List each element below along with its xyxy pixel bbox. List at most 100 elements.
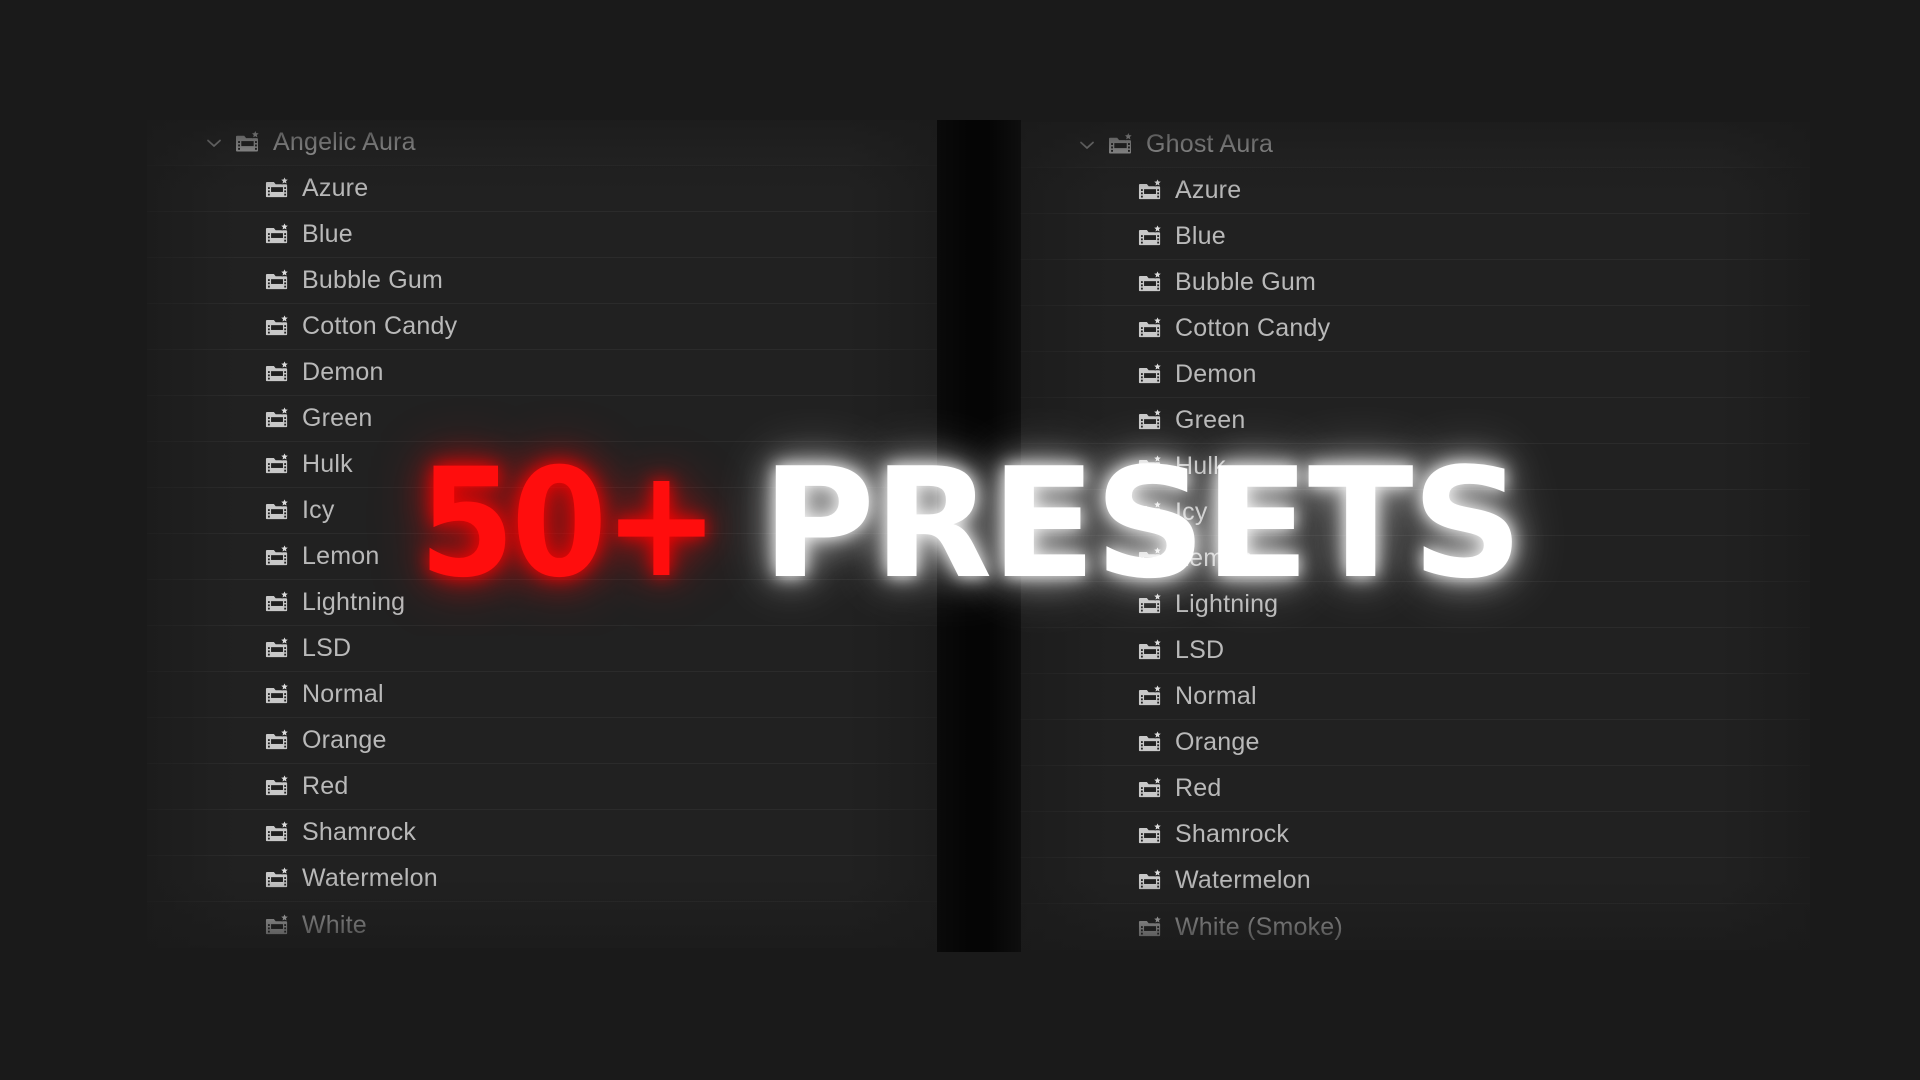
folder-preset-star-icon [264, 590, 290, 616]
folder-preset-star-icon [264, 682, 290, 708]
preset-item-label: LSD [1175, 636, 1225, 664]
preset-list-ghost-aura: Ghost Aura Azure Blue Bubble Gum Cotton Cand… [1020, 122, 1810, 950]
preset-item[interactable]: LSD [147, 626, 937, 672]
preset-item-label: Hulk [1175, 452, 1226, 480]
folder-preset-star-icon [264, 498, 290, 524]
folder-preset-star-icon [1137, 868, 1163, 894]
preset-item[interactable]: Green [147, 396, 937, 442]
folder-preset-star-icon [1137, 408, 1163, 434]
preset-item-label: Watermelon [302, 864, 438, 892]
preset-item-label: Green [1175, 406, 1246, 434]
preset-item[interactable]: Icy [147, 488, 937, 534]
folder-preset-star-icon [1137, 730, 1163, 756]
preset-item[interactable]: Lightning [1020, 582, 1810, 628]
preset-panel-ghost-aura: Ghost Aura Azure Blue Bubble Gum Cotton Cand… [1020, 122, 1810, 950]
preset-item-label: Red [302, 772, 349, 800]
preset-item[interactable]: LSD [1020, 628, 1810, 674]
preset-item[interactable]: Red [1020, 766, 1810, 812]
folder-preset-star-icon [1137, 454, 1163, 480]
folder-header-label: Ghost Aura [1146, 130, 1274, 158]
preset-item[interactable]: Bubble Gum [1020, 260, 1810, 306]
preset-item[interactable]: White [147, 902, 937, 948]
preset-item-label: Icy [302, 496, 335, 524]
preset-item-label: Orange [302, 726, 387, 754]
preset-item-label: Demon [302, 358, 384, 386]
preset-item-label: Orange [1175, 728, 1260, 756]
preset-item[interactable]: Azure [147, 166, 937, 212]
preset-item[interactable]: Watermelon [1020, 858, 1810, 904]
preset-item-label: Bubble Gum [302, 266, 443, 294]
preset-panel-angelic-aura: Angelic Aura Azure Blue Bubble Gum Cotton Ca… [147, 120, 937, 948]
preset-item[interactable]: Shamrock [1020, 812, 1810, 858]
preset-item[interactable]: Normal [147, 672, 937, 718]
preset-item[interactable]: Bubble Gum [147, 258, 937, 304]
preset-item-label: White [302, 910, 367, 939]
preset-item[interactable]: Lightning [147, 580, 937, 626]
preset-item[interactable]: Demon [1020, 352, 1810, 398]
preset-item-label: Icy [1175, 498, 1208, 526]
folder-preset-star-icon [264, 728, 290, 754]
chevron-down-icon[interactable] [201, 130, 227, 156]
preset-item-label: Normal [1175, 682, 1257, 710]
preset-item[interactable]: Hulk [1020, 444, 1810, 490]
folder-preset-star-icon [1137, 914, 1163, 940]
folder-preset-star-icon [1137, 316, 1163, 342]
preset-item[interactable]: Lemon [1020, 536, 1810, 582]
preset-item[interactable]: Icy [1020, 490, 1810, 536]
preset-item[interactable]: White (Smoke) [1020, 904, 1810, 950]
folder-preset-star-icon [264, 820, 290, 846]
folder-preset-star-icon [264, 176, 290, 202]
folder-preset-star-icon [264, 544, 290, 570]
preset-item-label: Watermelon [1175, 866, 1311, 894]
folder-preset-star-icon [1137, 178, 1163, 204]
folder-preset-star-icon [1137, 270, 1163, 296]
preset-item-label: Lemon [302, 542, 380, 570]
preset-item[interactable]: Watermelon [147, 856, 937, 902]
preset-item[interactable]: Lemon [147, 534, 937, 580]
preset-item-label: Blue [1175, 222, 1226, 250]
preset-item-label: Shamrock [302, 818, 417, 846]
preset-item[interactable]: Blue [147, 212, 937, 258]
preset-item-label: Cotton Candy [302, 312, 458, 340]
preset-item-label: Azure [1175, 176, 1242, 204]
folder-preset-star-icon [1137, 684, 1163, 710]
preset-item[interactable]: Orange [1020, 720, 1810, 766]
preset-item[interactable]: Cotton Candy [1020, 306, 1810, 352]
preset-item[interactable]: Hulk [147, 442, 937, 488]
folder-preset-star-icon [264, 406, 290, 432]
folder-header-angelic-aura[interactable]: Angelic Aura [147, 120, 937, 166]
preset-item-label: Lemon [1175, 544, 1253, 572]
folder-preset-star-icon [264, 222, 290, 248]
chevron-down-icon[interactable] [1074, 132, 1100, 158]
folder-preset-star-icon [264, 774, 290, 800]
preset-item[interactable]: Green [1020, 398, 1810, 444]
folder-preset-star-icon [1137, 776, 1163, 802]
folder-preset-star-icon [264, 636, 290, 662]
folder-preset-star-icon [1137, 638, 1163, 664]
preset-item-label: Azure [302, 174, 369, 202]
folder-preset-star-icon [264, 866, 290, 892]
preset-list-angelic-aura: Angelic Aura Azure Blue Bubble Gum Cotton Ca… [147, 120, 937, 948]
panel-gap-shadow [937, 120, 1021, 952]
folder-preset-star-icon [235, 129, 261, 156]
preset-item-label: White (Smoke) [1175, 912, 1343, 941]
folder-preset-star-icon [264, 360, 290, 386]
preset-item[interactable]: Red [147, 764, 937, 810]
preset-item[interactable]: Normal [1020, 674, 1810, 720]
preset-item-label: Lightning [1175, 590, 1279, 618]
preset-item-label: Blue [302, 220, 353, 248]
folder-header-label: Angelic Aura [273, 128, 416, 156]
preset-item[interactable]: Shamrock [147, 810, 937, 856]
preset-item[interactable]: Orange [147, 718, 937, 764]
preset-item-label: Lightning [302, 588, 406, 616]
preset-item[interactable]: Blue [1020, 214, 1810, 260]
folder-preset-star-icon [1108, 131, 1134, 158]
preset-item[interactable]: Azure [1020, 168, 1810, 214]
preset-item[interactable]: Demon [147, 350, 937, 396]
folder-preset-star-icon [1137, 546, 1163, 572]
folder-preset-star-icon [264, 314, 290, 340]
preset-item[interactable]: Cotton Candy [147, 304, 937, 350]
preset-item-label: LSD [302, 634, 352, 662]
folder-header-ghost-aura[interactable]: Ghost Aura [1020, 122, 1810, 168]
preset-item-label: Shamrock [1175, 820, 1290, 848]
